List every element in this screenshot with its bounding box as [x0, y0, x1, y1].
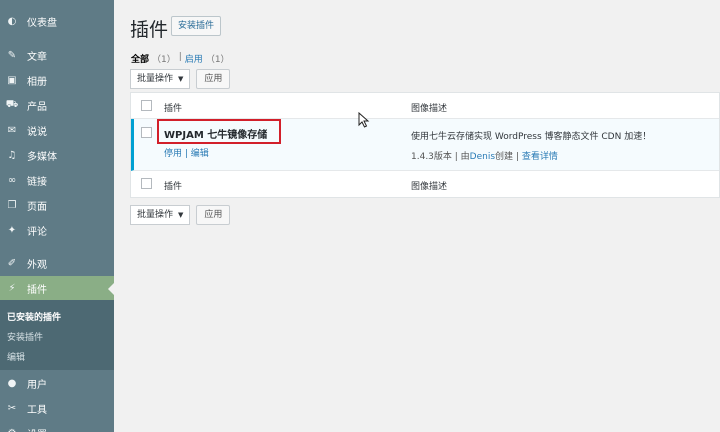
menu-dashboard[interactable]: ◐ 仪表盘 [0, 9, 114, 34]
menu-media[interactable]: ♫ 多媒体 [0, 143, 114, 168]
link-icon: ∞ [7, 175, 17, 186]
bulk-select-label: 批量操作 [137, 74, 174, 84]
mouse-cursor-icon [358, 112, 370, 128]
chat-icon: ✉ [7, 125, 17, 136]
select-all-checkbox[interactable] [141, 100, 152, 111]
menu-label: 文章 [27, 52, 47, 63]
bulk-actions-bottom: 批量操作 ▼ 应用 [130, 205, 231, 225]
filter-all[interactable]: 全部 [131, 52, 149, 65]
menu-posts[interactable]: ✎ 文章 [0, 43, 114, 68]
menu-products[interactable]: ⛟ 产品 [0, 93, 114, 118]
chevron-down-icon: ▼ [178, 211, 184, 219]
wrench-icon: ✂ [7, 403, 17, 414]
plugin-meta: 1.4.3版本 | 由Denis创建 | 查看详情 [411, 149, 558, 162]
menu-plugins[interactable]: ⚡ 插件 [0, 276, 114, 301]
menu-settings[interactable]: ⚙ 设置 [0, 421, 114, 432]
menu-label: 设置 [27, 426, 47, 432]
admin-sidebar: ◐ 仪表盘 ✎ 文章 ▣ 相册 ⛟ 产品 ✉ 说说 ♫ 多媒体 ∞ 链接 ❐ 页… [0, 0, 114, 432]
plugin-created: 创建 | [495, 152, 519, 162]
bulk-action-select-bottom[interactable]: 批量操作 ▼ [130, 205, 191, 225]
column-description-footer: 图像描述 [411, 182, 448, 192]
menu-label: 用户 [27, 380, 47, 391]
plugins-table: 插件 图像描述 WPJAM 七牛镜像存储 停用 | 编辑 使用七牛云存储实现 W… [130, 92, 720, 198]
settings-icon: ⚙ [5, 427, 19, 432]
bulk-actions-top: 批量操作 ▼ 应用 [130, 69, 231, 89]
submenu-add-plugin[interactable]: 安装插件 [7, 330, 43, 343]
menu-label: 页面 [27, 202, 47, 213]
user-icon: ● [7, 378, 17, 389]
plugins-submenu: 已安装的插件 安装插件 编辑 [0, 300, 114, 370]
column-plugin[interactable]: 插件 [164, 101, 182, 114]
column-description: 图像描述 [411, 104, 448, 114]
media-icon: ♫ [7, 150, 17, 161]
menu-label: 外观 [27, 260, 47, 271]
table-row: WPJAM 七牛镜像存储 停用 | 编辑 使用七牛云存储实现 WordPress… [131, 119, 719, 171]
menu-label: 插件 [27, 285, 47, 296]
chevron-down-icon: ▼ [178, 75, 184, 83]
table-footer: 插件 图像描述 [131, 171, 719, 197]
bulk-action-select[interactable]: 批量操作 ▼ [130, 69, 191, 89]
filter-active[interactable]: 启用 [185, 52, 203, 65]
menu-label: 相册 [27, 77, 47, 88]
filter-active-count: （1） [205, 55, 230, 65]
menu-label: 链接 [27, 177, 47, 188]
view-details-link[interactable]: 查看详情 [522, 152, 558, 162]
menu-label: 评论 [27, 227, 47, 238]
add-plugin-button[interactable]: 安装插件 [171, 16, 222, 36]
plugin-row-actions[interactable]: 停用 | 编辑 [164, 146, 209, 159]
menu-label: 产品 [27, 102, 47, 113]
table-header: 插件 图像描述 [131, 93, 719, 119]
filter-separator: | [178, 52, 182, 62]
apply-button[interactable]: 应用 [196, 69, 231, 89]
menu-links[interactable]: ∞ 链接 [0, 168, 114, 193]
menu-label: 仪表盘 [27, 18, 57, 29]
brush-icon: ✐ [7, 258, 17, 269]
menu-tools[interactable]: ✂ 工具 [0, 396, 114, 421]
menu-gallery[interactable]: ▣ 相册 [0, 68, 114, 93]
page-title: 插件 [130, 19, 169, 41]
menu-comments[interactable]: ✦ 评论 [0, 218, 114, 243]
comment-icon: ✦ [7, 225, 17, 236]
menu-appearance[interactable]: ✐ 外观 [0, 251, 114, 276]
apply-button-bottom[interactable]: 应用 [196, 205, 231, 225]
plugin-icon: ⚡ [8, 283, 16, 294]
bulk-select-label: 批量操作 [137, 210, 174, 220]
plugin-description: 使用七牛云存储实现 WordPress 博客静态文件 CDN 加速！ [411, 132, 652, 142]
menu-talk[interactable]: ✉ 说说 [0, 118, 114, 143]
menu-label: 多媒体 [27, 152, 57, 163]
menu-label: 工具 [27, 405, 47, 416]
plugin-checkbox[interactable] [141, 127, 152, 138]
dashboard-icon: ◐ [7, 16, 17, 27]
page-icon: ❐ [7, 200, 17, 211]
menu-pages[interactable]: ❐ 页面 [0, 193, 114, 218]
select-all-checkbox-bottom[interactable] [141, 178, 152, 189]
plugin-version: 1.4.3版本 | 由 [411, 152, 470, 162]
status-filters: 全部 （1） | 启用 （1） [131, 52, 230, 65]
filter-all-count: （1） [152, 55, 176, 65]
submenu-editor[interactable]: 编辑 [7, 350, 25, 363]
highlight-box [157, 119, 281, 144]
author-link[interactable]: Denis [470, 152, 495, 162]
pin-icon: ✎ [7, 50, 17, 61]
gallery-icon: ▣ [7, 75, 17, 86]
cart-icon: ⛟ [5, 99, 19, 110]
column-plugin-footer[interactable]: 插件 [164, 179, 182, 192]
menu-label: 说说 [27, 127, 47, 138]
menu-users[interactable]: ● 用户 [0, 371, 114, 396]
submenu-installed-plugins[interactable]: 已安装的插件 [7, 310, 61, 323]
